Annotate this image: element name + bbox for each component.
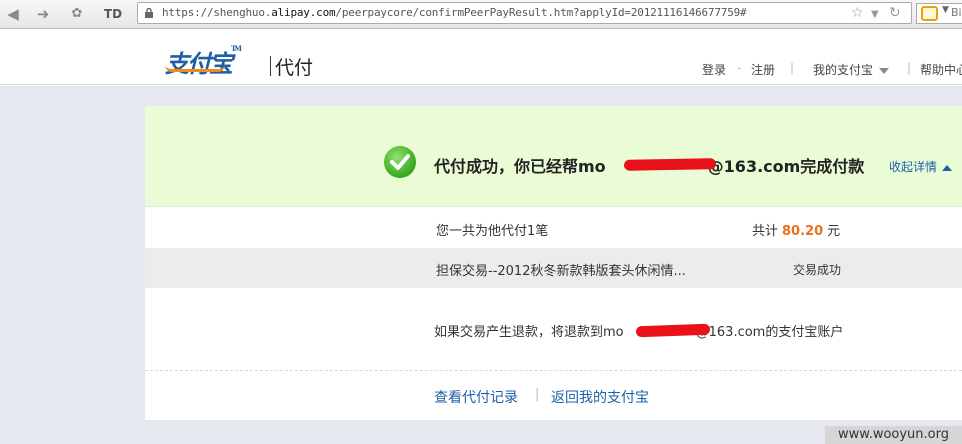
site-header: 支付宝TM 代付 登录 - 注册 | 我的支付宝 | 帮助中心 bbox=[0, 29, 962, 85]
watermark: www.wooyun.org bbox=[825, 426, 962, 444]
item-name[interactable]: 担保交易--2012秋冬新款韩版套头休闲情... bbox=[436, 260, 686, 279]
back-to-alipay-link[interactable]: 返回我的支付宝 bbox=[551, 387, 649, 407]
redaction-mark bbox=[623, 158, 717, 171]
chevron-up-icon bbox=[942, 164, 953, 171]
arrow-right-icon[interactable]: ➜ bbox=[32, 4, 54, 24]
status-badge: 交易成功 bbox=[793, 263, 842, 277]
summary-count: 您一共为他代付1笔 bbox=[436, 224, 549, 239]
product-name: 代付 bbox=[275, 57, 314, 79]
total-amount: 80.20 bbox=[782, 224, 824, 239]
success-banner: 代付成功，你已经帮mo @163.com完成付款 收起详情 bbox=[145, 106, 962, 207]
td-icon[interactable]: TD bbox=[102, 4, 124, 24]
my-alipay-menu[interactable]: 我的支付宝 bbox=[813, 61, 890, 78]
view-records-link[interactable]: 查看代付记录 bbox=[434, 387, 518, 407]
nav-separator-2: | bbox=[907, 61, 912, 75]
result-card: 代付成功，你已经帮mo @163.com完成付款 收起详情 您一共为他代付1笔 共… bbox=[145, 106, 962, 420]
summary-total: 共计 80.20 元 bbox=[752, 224, 841, 239]
lock-icon bbox=[145, 8, 153, 18]
extension-icon[interactable]: ✿ bbox=[66, 4, 88, 24]
table-row: 担保交易--2012秋冬新款韩版套头休闲情... 交易成功 bbox=[145, 248, 962, 288]
chevron-down-icon bbox=[879, 67, 890, 74]
browser-toolbar: ◀ ➜ ✿ TD https://shenghuo.alipay.com/pee… bbox=[0, 0, 962, 29]
nav-dash: - bbox=[737, 61, 742, 75]
search-engine-dropdown-icon[interactable]: ▼ bbox=[942, 5, 949, 15]
register-link[interactable]: 注册 bbox=[751, 61, 775, 78]
reload-icon[interactable]: ↻ bbox=[889, 5, 901, 21]
search-box[interactable]: ▼ Bi bbox=[916, 3, 962, 24]
url-text: https://shenghuo.alipay.com/peerpaycore/… bbox=[162, 6, 747, 19]
star-icon[interactable]: ☆ bbox=[851, 5, 864, 21]
check-circle-icon bbox=[384, 146, 416, 178]
address-bar[interactable]: https://shenghuo.alipay.com/peerpaycore/… bbox=[137, 2, 912, 24]
arrow-left-icon[interactable]: ◀ bbox=[2, 4, 24, 24]
logo-divider bbox=[270, 56, 271, 76]
divider bbox=[145, 370, 962, 371]
login-link[interactable]: 登录 bbox=[702, 61, 726, 78]
nav-separator: | bbox=[790, 61, 795, 75]
alipay-logo[interactable]: 支付宝TM bbox=[165, 44, 242, 79]
help-link[interactable]: 帮助中心 bbox=[920, 61, 962, 78]
collapse-details-link[interactable]: 收起详情 bbox=[889, 158, 953, 175]
dropdown-icon[interactable]: ▼ bbox=[871, 7, 879, 23]
search-engine-icon bbox=[921, 6, 938, 21]
search-text: Bi bbox=[951, 6, 962, 19]
link-separator: | bbox=[535, 387, 540, 402]
summary-row: 您一共为他代付1笔 共计 80.20 元 bbox=[145, 208, 962, 248]
